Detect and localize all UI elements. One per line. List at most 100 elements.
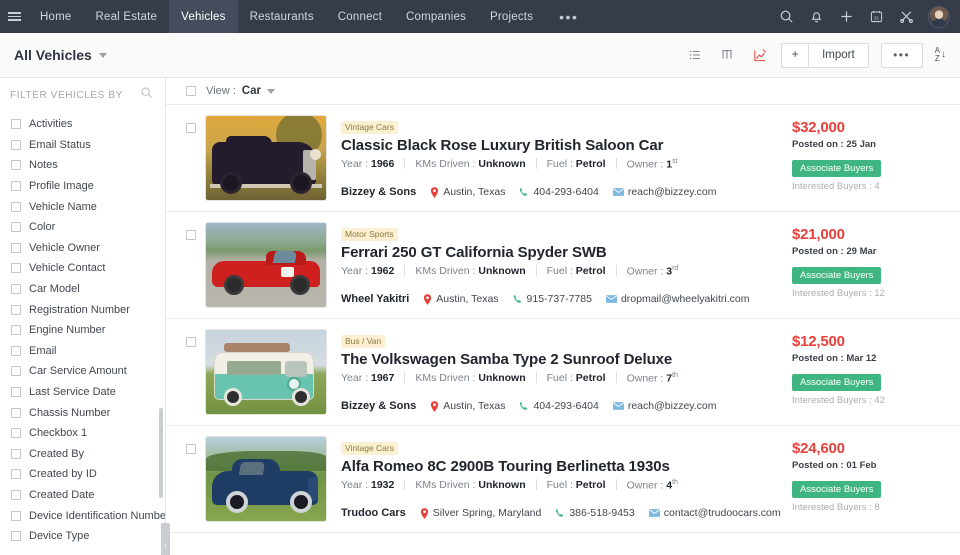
filter-item-device-type[interactable]: Device Type: [0, 526, 165, 547]
associate-buyers-button[interactable]: Associate Buyers: [792, 481, 882, 498]
checkbox-icon[interactable]: [11, 119, 21, 130]
filter-item-label: Created By: [29, 447, 85, 460]
nav-overflow-icon[interactable]: •••: [545, 0, 592, 33]
add-record-button[interactable]: +: [782, 43, 810, 67]
checkbox-icon[interactable]: [11, 242, 21, 253]
filter-item-created-by[interactable]: Created By: [0, 444, 165, 465]
search-icon[interactable]: [140, 86, 153, 104]
nav-item-vehicles[interactable]: Vehicles: [169, 0, 238, 33]
record-row[interactable]: Motor Sports Ferrari 250 GT California S…: [166, 212, 960, 319]
checkbox-icon[interactable]: [11, 366, 21, 377]
search-icon[interactable]: [778, 9, 794, 25]
select-all-checkbox[interactable]: [186, 86, 196, 96]
associate-buyers-button[interactable]: Associate Buyers: [792, 267, 882, 284]
plus-icon[interactable]: [838, 9, 854, 25]
checkbox-icon[interactable]: [11, 489, 21, 500]
chart-view-icon[interactable]: [749, 45, 769, 65]
record-row[interactable]: Bus / Van The Volkswagen Samba Type 2 Su…: [166, 319, 960, 426]
checkbox-icon[interactable]: [11, 448, 21, 459]
record-checkbox[interactable]: [186, 230, 196, 240]
checkbox-icon[interactable]: [11, 284, 21, 295]
all-vehicles-dropdown[interactable]: All Vehicles: [14, 47, 107, 63]
price-value: $32,000: [792, 119, 845, 136]
vehicle-title[interactable]: Alfa Romeo 8C 2900B Touring Berlinetta 1…: [341, 458, 792, 475]
tools-icon[interactable]: [898, 9, 914, 25]
vehicle-title[interactable]: Classic Black Rose Luxury British Saloon…: [341, 137, 792, 154]
vendor-location: Silver Spring, Maryland: [420, 507, 541, 519]
nav-item-companies[interactable]: Companies: [394, 0, 478, 33]
filter-item-created-by-id[interactable]: Created by ID: [0, 464, 165, 485]
filter-item-vehicle-name[interactable]: Vehicle Name: [0, 196, 165, 217]
sidebar-scrollbar[interactable]: [159, 408, 163, 498]
nav-item-restaurants[interactable]: Restaurants: [238, 0, 326, 33]
filter-item-car-service-amount[interactable]: Car Service Amount: [0, 361, 165, 382]
record-row[interactable]: Vintage Cars Alfa Romeo 8C 2900B Touring…: [166, 426, 960, 533]
record-info: Vintage Cars Classic Black Rose Luxury B…: [327, 115, 792, 198]
nav-item-real-estate[interactable]: Real Estate: [83, 0, 169, 33]
filter-item-activities[interactable]: Activities: [0, 114, 165, 135]
checkbox-icon[interactable]: [11, 139, 21, 150]
phone-icon: [520, 402, 528, 410]
checkbox-icon[interactable]: [11, 407, 21, 418]
vehicle-thumbnail: [205, 222, 327, 308]
checkbox-icon[interactable]: [11, 304, 21, 315]
checkbox-icon[interactable]: [11, 201, 21, 212]
filter-item-vehicle-owner[interactable]: Vehicle Owner: [0, 238, 165, 259]
filter-item-color[interactable]: Color: [0, 217, 165, 238]
checkbox-icon[interactable]: [11, 325, 21, 336]
checkbox-icon[interactable]: [11, 531, 21, 542]
checkbox-icon[interactable]: [11, 469, 21, 480]
nav-item-connect[interactable]: Connect: [326, 0, 394, 33]
checkbox-icon[interactable]: [11, 160, 21, 171]
more-options-button[interactable]: •••: [880, 42, 923, 68]
filter-item-notes[interactable]: Notes: [0, 155, 165, 176]
nav-item-home[interactable]: Home: [28, 0, 83, 33]
filter-item-created-date[interactable]: Created Date: [0, 485, 165, 506]
vendor-name: Trudoo Cars: [341, 507, 406, 519]
checkbox-icon[interactable]: [11, 181, 21, 192]
nav-item-projects[interactable]: Projects: [478, 0, 545, 33]
sidebar-collapse-handle[interactable]: ‹: [161, 523, 170, 555]
hamburger-menu-icon[interactable]: [0, 0, 28, 33]
vehicle-meta: Year : 1966 KMs Driven : Unknown Fuel : …: [341, 158, 792, 171]
vehicle-title[interactable]: The Volkswagen Samba Type 2 Sunroof Delu…: [341, 351, 792, 368]
price-value: $12,500: [792, 333, 845, 350]
filter-item-label: Registration Number: [29, 303, 130, 316]
view-selector[interactable]: View : Car: [206, 85, 275, 97]
filter-item-checkbox-1[interactable]: Checkbox 1: [0, 423, 165, 444]
avatar[interactable]: [928, 5, 950, 28]
filter-item-car-model[interactable]: Car Model: [0, 279, 165, 300]
checkbox-icon[interactable]: [11, 428, 21, 439]
filter-item-profile-image[interactable]: Profile Image: [0, 176, 165, 197]
checkbox-icon[interactable]: [11, 345, 21, 356]
kanban-view-icon[interactable]: [717, 45, 737, 65]
import-button[interactable]: Import: [809, 44, 868, 67]
sort-az-icon[interactable]: AZ ↓: [935, 47, 946, 63]
associate-buyers-button[interactable]: Associate Buyers: [792, 160, 882, 177]
checkbox-icon[interactable]: [11, 387, 21, 398]
checkbox-icon[interactable]: [11, 510, 21, 521]
list-view-icon[interactable]: [685, 45, 705, 65]
filter-item-device-identification-number[interactable]: Device Identification Number: [0, 505, 165, 526]
meta-separator: [615, 479, 617, 491]
email-icon: [605, 295, 617, 303]
filter-item-email[interactable]: Email: [0, 341, 165, 362]
chevron-down-icon: [98, 52, 107, 58]
filter-item-email-status[interactable]: Email Status: [0, 135, 165, 156]
filter-item-last-service-date[interactable]: Last Service Date: [0, 382, 165, 403]
filter-item-engine-number[interactable]: Engine Number: [0, 320, 165, 341]
record-checkbox[interactable]: [186, 444, 196, 454]
vehicle-title[interactable]: Ferrari 250 GT California Spyder SWB: [341, 244, 792, 261]
record-row[interactable]: Vintage Cars Classic Black Rose Luxury B…: [166, 105, 960, 212]
associate-buyers-button[interactable]: Associate Buyers: [792, 374, 882, 391]
calendar-icon[interactable]: 31: [868, 9, 884, 25]
filter-item-chassis-number[interactable]: Chassis Number: [0, 402, 165, 423]
record-checkbox[interactable]: [186, 337, 196, 347]
checkbox-icon[interactable]: [11, 263, 21, 274]
bell-icon[interactable]: [808, 9, 824, 25]
record-checkbox[interactable]: [186, 123, 196, 133]
checkbox-icon[interactable]: [11, 222, 21, 233]
filter-item-vehicle-contact[interactable]: Vehicle Contact: [0, 258, 165, 279]
meta-owner: Owner : 3rd: [626, 264, 679, 278]
filter-item-registration-number[interactable]: Registration Number: [0, 299, 165, 320]
